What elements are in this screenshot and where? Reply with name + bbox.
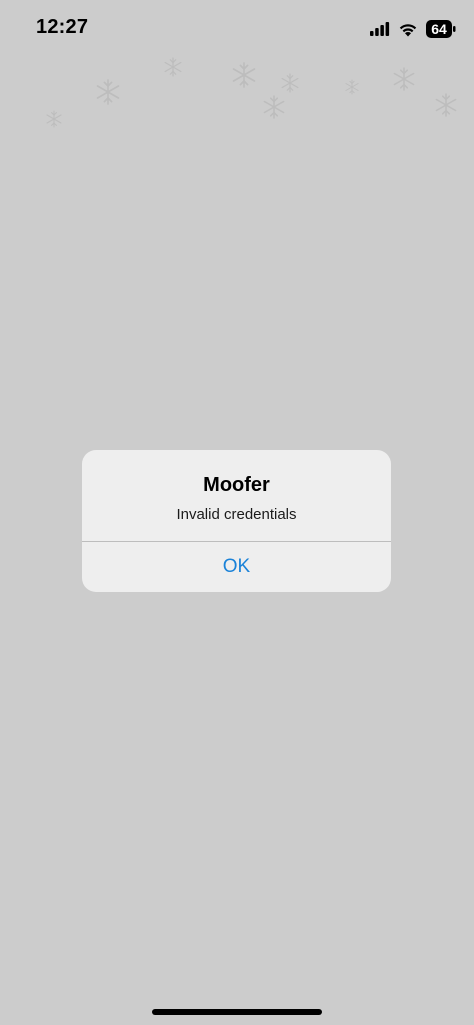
snowflake-icon: [435, 93, 457, 117]
battery-level: 64: [431, 21, 447, 37]
snowflake-icon: [96, 79, 120, 105]
cellular-signal-icon: [370, 22, 390, 36]
alert-title: Moofer: [203, 474, 270, 496]
status-bar: 12:27 64: [0, 0, 474, 58]
snowflake-icon: [345, 79, 359, 95]
status-icons: 64: [370, 18, 456, 40]
alert-message: Invalid credentials: [176, 506, 297, 523]
wifi-icon: [399, 23, 417, 36]
battery: 64: [426, 20, 456, 38]
status-time: 12:27: [36, 16, 89, 38]
snowflakes-decoration: [46, 57, 457, 128]
snowflake-icon: [263, 95, 285, 119]
snowflake-icon: [46, 110, 62, 128]
snowflake-icon: [393, 67, 415, 91]
home-indicator[interactable]: [152, 1009, 322, 1015]
ok-button[interactable]: OK: [82, 542, 391, 592]
snowflake-icon: [281, 73, 299, 93]
snowflake-icon: [232, 62, 256, 88]
snowflake-icon: [164, 57, 182, 77]
alert-dialog: Moofer Invalid credentials OK: [82, 450, 391, 592]
